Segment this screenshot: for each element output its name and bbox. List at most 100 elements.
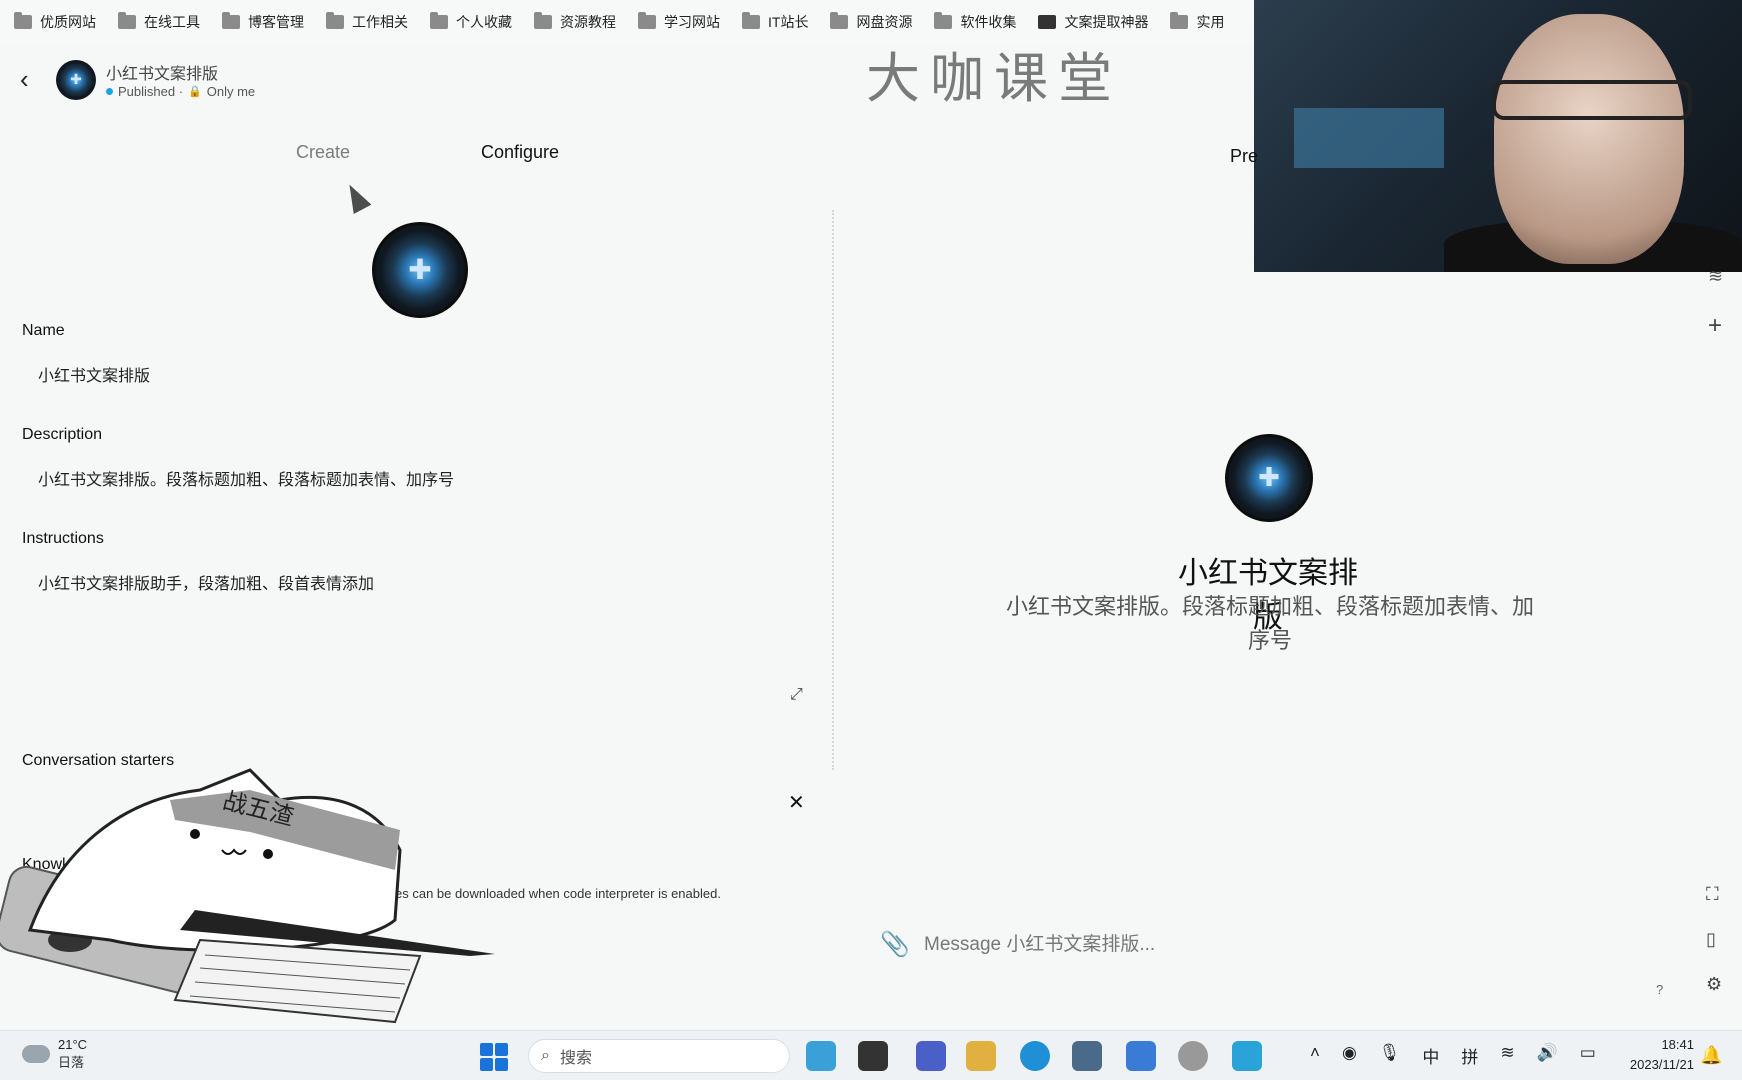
folder-icon — [934, 12, 953, 29]
gpt-name-title: 小红书文案排版 — [106, 66, 219, 83]
folder-icon — [830, 12, 849, 29]
bookmark-label: 网盘资源 — [856, 14, 913, 30]
folder-icon — [222, 12, 240, 29]
expand-icon[interactable]: ⤢ — [790, 686, 803, 704]
bookmark-item[interactable]: 个人收藏 — [430, 12, 512, 32]
gpt-avatar — [56, 60, 96, 100]
description-field[interactable]: 小红书文案排版。段落标题加粗、段落标题加表情、加序号 — [38, 466, 454, 490]
preview-avatar — [1225, 434, 1313, 522]
folder-icon — [14, 12, 32, 29]
bookmark-label: 在线工具 — [144, 14, 200, 30]
help-icon[interactable]: ? — [1656, 982, 1663, 997]
published-dot-icon — [106, 88, 113, 95]
preview-label: Pre — [1230, 146, 1259, 166]
teams-icon[interactable] — [916, 1041, 946, 1071]
notification-bell-icon[interactable]: 🔔 — [1700, 1045, 1722, 1066]
bookmark-label: 实用 — [1196, 14, 1225, 30]
folder-icon — [1170, 12, 1189, 29]
bookmark-label: 个人收藏 — [456, 14, 512, 30]
settings-gear-icon[interactable]: ⚙ — [1706, 974, 1722, 995]
description-label: Description — [22, 426, 103, 443]
tray-app-icon[interactable]: ◉ — [1342, 1043, 1357, 1068]
bookmark-label: 博客管理 — [248, 14, 304, 30]
folder-icon — [326, 12, 344, 29]
lock-icon: 🔒 — [188, 86, 202, 98]
system-tray: ˄ ◉ 🎙 中 拼 ≋ 🔊 ▭ — [1310, 1043, 1596, 1068]
phone-link-icon[interactable] — [1232, 1041, 1262, 1071]
name-label: Name — [22, 322, 65, 339]
bookmark-item[interactable]: 在线工具 — [118, 12, 200, 32]
app-icon-2[interactable] — [858, 1041, 888, 1071]
back-arrow-icon[interactable]: ‹ — [20, 64, 29, 95]
monitor-icon — [1038, 15, 1057, 29]
bookmark-item[interactable]: 学习网站 — [638, 12, 720, 32]
layers-icon[interactable]: ≋ — [1708, 266, 1723, 287]
name-field[interactable]: 小红书文案排版 — [38, 362, 150, 386]
bookmark-label: 资源教程 — [560, 14, 616, 30]
watermark-brand: 大咖课堂 — [866, 47, 1122, 110]
visibility-label[interactable]: Only me — [207, 84, 255, 99]
taskbar-search[interactable]: ⌕ 搜索 — [528, 1039, 790, 1073]
wifi-icon[interactable]: ≋ — [1500, 1043, 1514, 1068]
volume-icon[interactable]: 🔊 — [1537, 1043, 1558, 1068]
bookmark-item[interactable]: 网盘资源 — [830, 12, 912, 32]
plus-icon[interactable]: + — [1708, 312, 1722, 340]
search-icon: ⌕ — [541, 1047, 550, 1064]
bookmark-item[interactable]: 博客管理 — [222, 12, 304, 32]
ime-mode[interactable]: 中 — [1422, 1043, 1439, 1068]
battery-icon[interactable]: ▭ — [1580, 1043, 1596, 1068]
bookmark-label: IT站长 — [768, 14, 809, 30]
bookmark-item[interactable]: 软件收集 — [934, 12, 1016, 32]
windows-start-icon[interactable] — [480, 1043, 508, 1071]
edge-browser-icon[interactable] — [1020, 1041, 1050, 1071]
instructions-label: Instructions — [22, 530, 104, 547]
bookmark-label: 软件收集 — [960, 14, 1017, 30]
folder-icon — [430, 12, 448, 29]
bookmark-item[interactable]: 优质网站 — [14, 12, 96, 32]
bookmark-label: 工作相关 — [352, 14, 408, 30]
tab-create[interactable]: Create — [296, 142, 350, 163]
bookmark-label: 文案提取神器 — [1064, 14, 1149, 30]
temperature: 21°C — [58, 1037, 88, 1052]
instructions-field[interactable]: 小红书文案排版助手，段落加粗、段首表情添加 — [38, 570, 374, 594]
folder-icon — [638, 12, 656, 29]
search-placeholder: 搜索 — [559, 1050, 592, 1067]
sidebar-toggle-icon[interactable]: ▯ — [1706, 929, 1722, 950]
weather-status: 日落 — [58, 1055, 85, 1070]
bookmark-item[interactable]: 实用 — [1170, 12, 1224, 32]
ime-input[interactable]: 拼 — [1461, 1043, 1478, 1068]
close-icon[interactable]: ✕ — [788, 790, 805, 815]
tab-configure[interactable]: Configure — [481, 142, 559, 163]
date: 2023/11/21 — [1629, 1057, 1694, 1072]
side-toolbar: ⛶ ▯ ⚙ — [1706, 884, 1722, 995]
tray-chevron-icon[interactable]: ˄ — [1310, 1043, 1320, 1068]
screenshot-icon[interactable]: ⛶ — [1706, 884, 1722, 905]
store-icon[interactable] — [1072, 1041, 1102, 1071]
configure-avatar[interactable] — [372, 222, 468, 318]
bookmark-item[interactable]: 资源教程 — [534, 12, 616, 32]
notepad-icon[interactable] — [1126, 1041, 1156, 1071]
bookmark-label: 学习网站 — [664, 14, 720, 30]
app-icon-8[interactable] — [1178, 1041, 1208, 1071]
panel-divider[interactable] — [832, 210, 834, 770]
gpt-status: Published · 🔒 Only me — [106, 84, 255, 99]
clock[interactable]: 18:41 2023/11/21 — [1614, 1035, 1694, 1075]
folder-icon — [534, 12, 552, 29]
app-icon-1[interactable] — [806, 1041, 836, 1071]
preview-description: 小红书文案排版。段落标题加粗、段落标题加表情、加序号 — [1005, 594, 1534, 653]
bookmark-item[interactable]: IT站长 — [742, 12, 808, 32]
message-input[interactable] — [924, 930, 1644, 960]
file-explorer-icon[interactable] — [966, 1041, 996, 1071]
weather-widget[interactable]: 21°C 日落 — [22, 1037, 87, 1071]
bookmark-label: 优质网站 — [40, 14, 96, 30]
bookmark-item[interactable]: 文案提取神器 — [1038, 12, 1148, 32]
bookmark-item[interactable]: 工作相关 — [326, 12, 408, 32]
cat-sticker-overlay: 战五渣 — [0, 768, 495, 1024]
published-status: Published · — [118, 84, 184, 99]
folder-icon — [742, 12, 760, 29]
webcam-overlay — [1254, 0, 1742, 272]
microphone-icon[interactable]: 🎙 — [1379, 1043, 1401, 1068]
cloud-icon — [22, 1045, 50, 1063]
time: 18:41 — [1661, 1037, 1694, 1052]
attach-paperclip-icon[interactable]: 📎 — [880, 930, 910, 959]
